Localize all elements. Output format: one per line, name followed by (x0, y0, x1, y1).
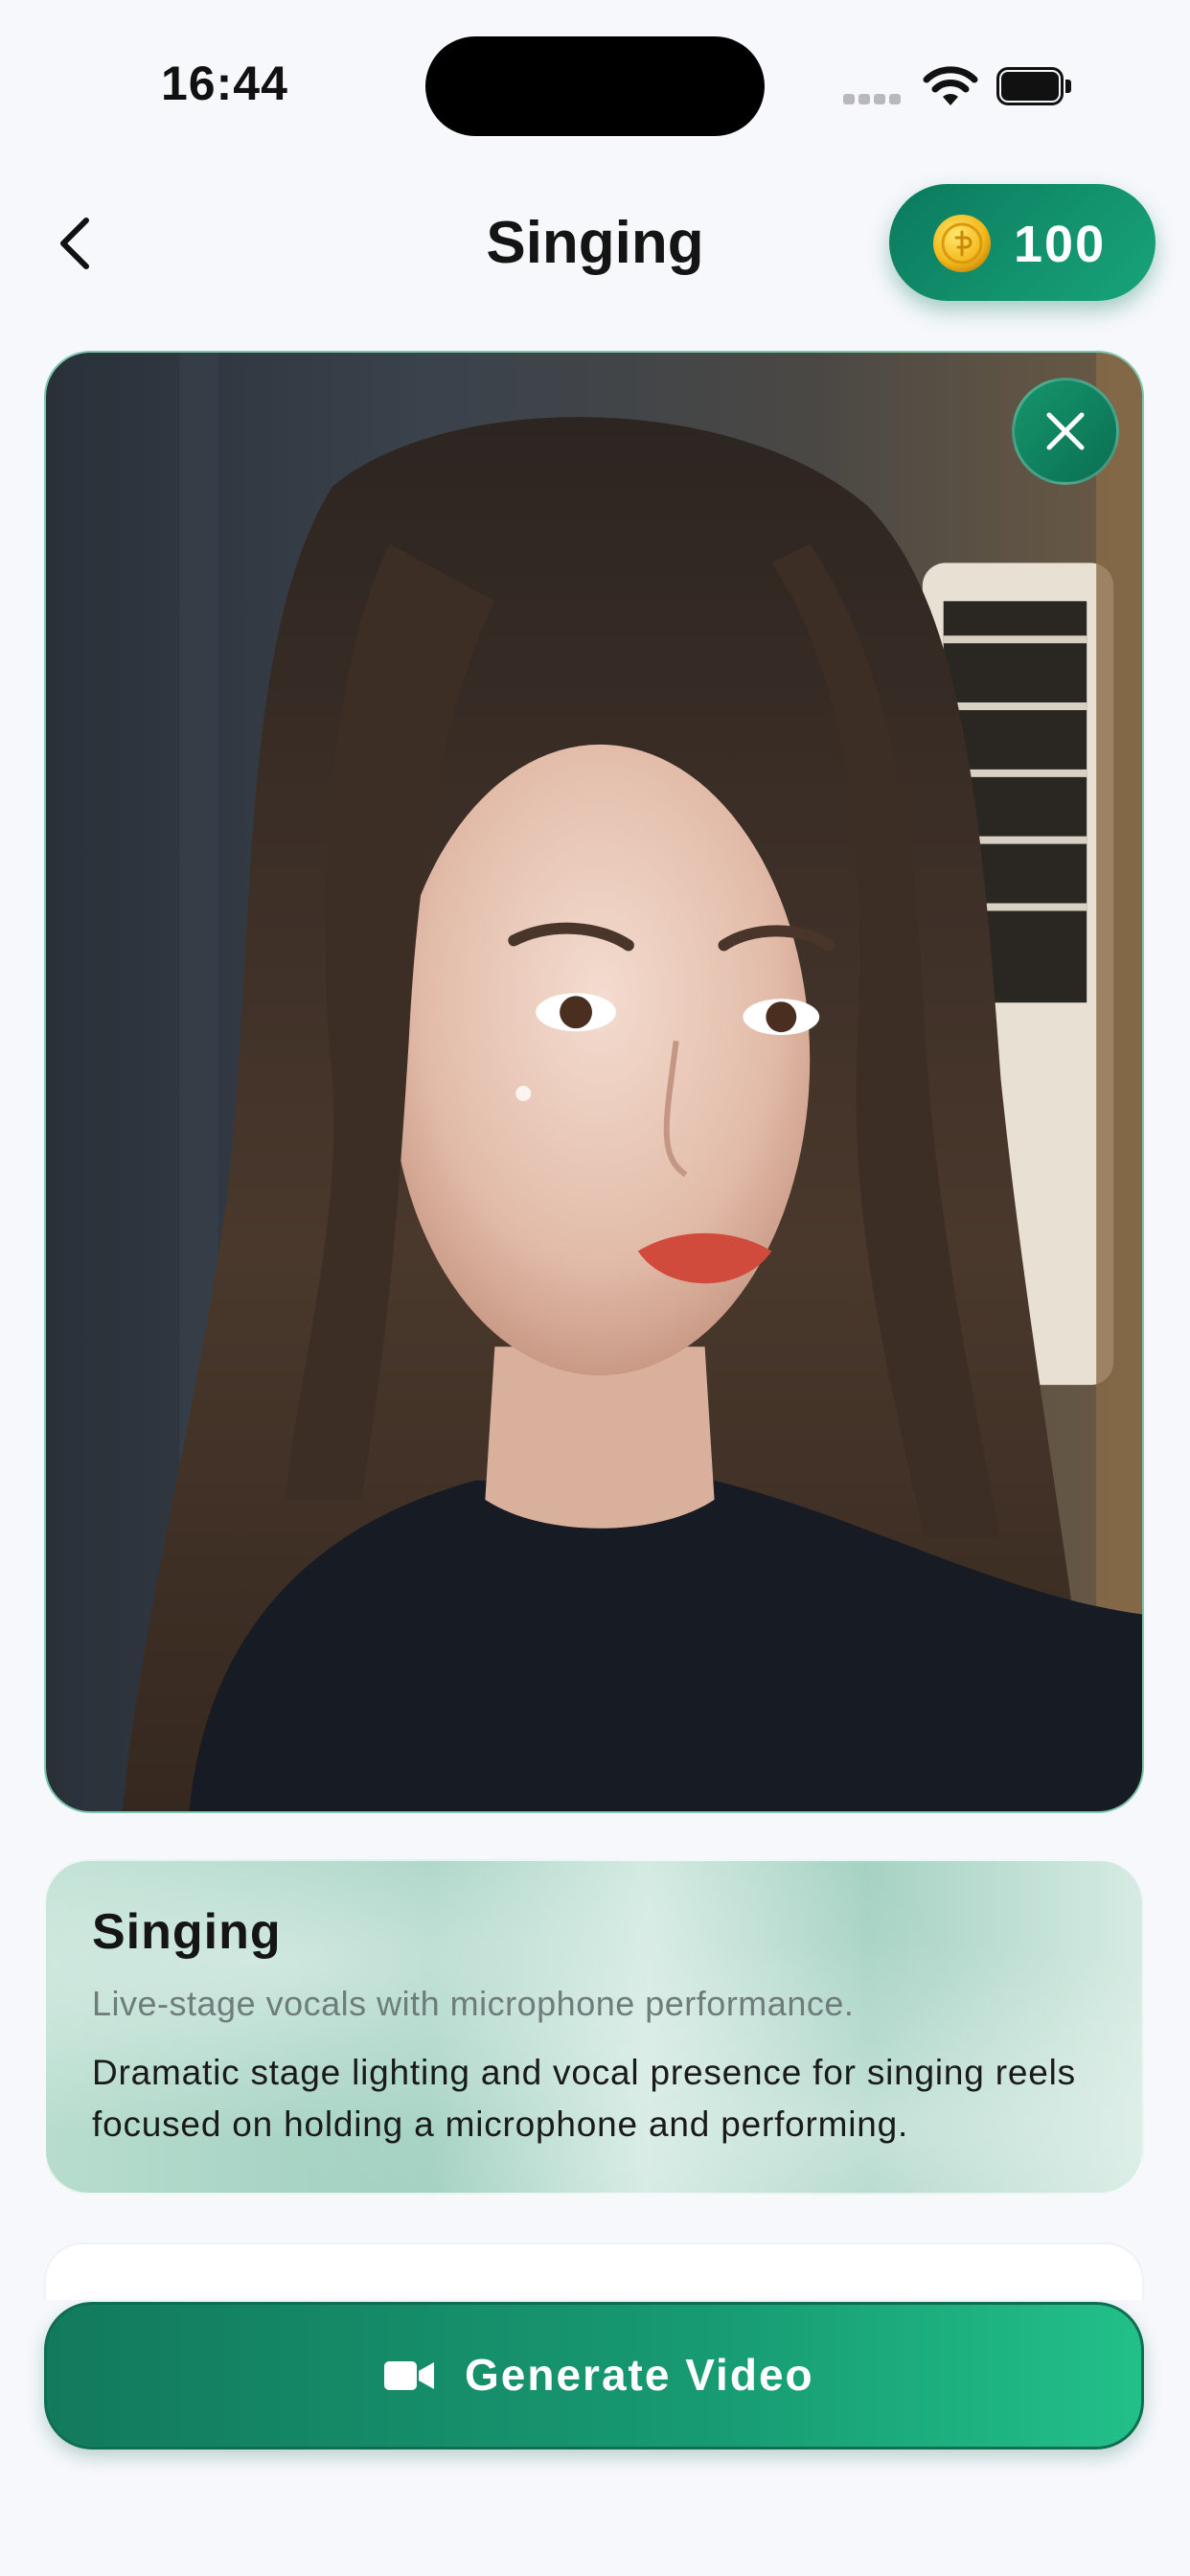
style-subtitle: Live-stage vocals with microphone perfor… (92, 1984, 855, 2023)
close-icon (1046, 412, 1085, 450)
style-info-card: Singing Live-stage vocals with microphon… (44, 1859, 1144, 2195)
next-section-card (44, 2242, 1144, 2300)
battery-icon (996, 67, 1071, 105)
status-time: 16:44 (161, 57, 288, 110)
generate-video-button[interactable]: Generate Video (44, 2302, 1144, 2450)
dynamic-island (425, 36, 765, 136)
coin-icon (933, 215, 991, 272)
video-camera-icon (384, 2361, 434, 2390)
portrait-image (46, 353, 1142, 1811)
coin-balance: 100 (1014, 216, 1107, 273)
style-title: Singing (92, 1904, 282, 1960)
generate-video-label: Generate Video (465, 2350, 814, 2400)
remove-photo-button[interactable] (1012, 378, 1119, 485)
coin-balance-button[interactable]: 100 (889, 184, 1156, 301)
cellular-signal-icon (843, 92, 906, 104)
status-bar: 16:44 (0, 0, 1190, 163)
style-description: Dramatic stage lighting and vocal presen… (92, 2053, 1076, 2144)
wifi-icon (923, 66, 978, 105)
nav-bar: Singing 100 (0, 163, 1190, 316)
uploaded-photo (44, 351, 1144, 1813)
